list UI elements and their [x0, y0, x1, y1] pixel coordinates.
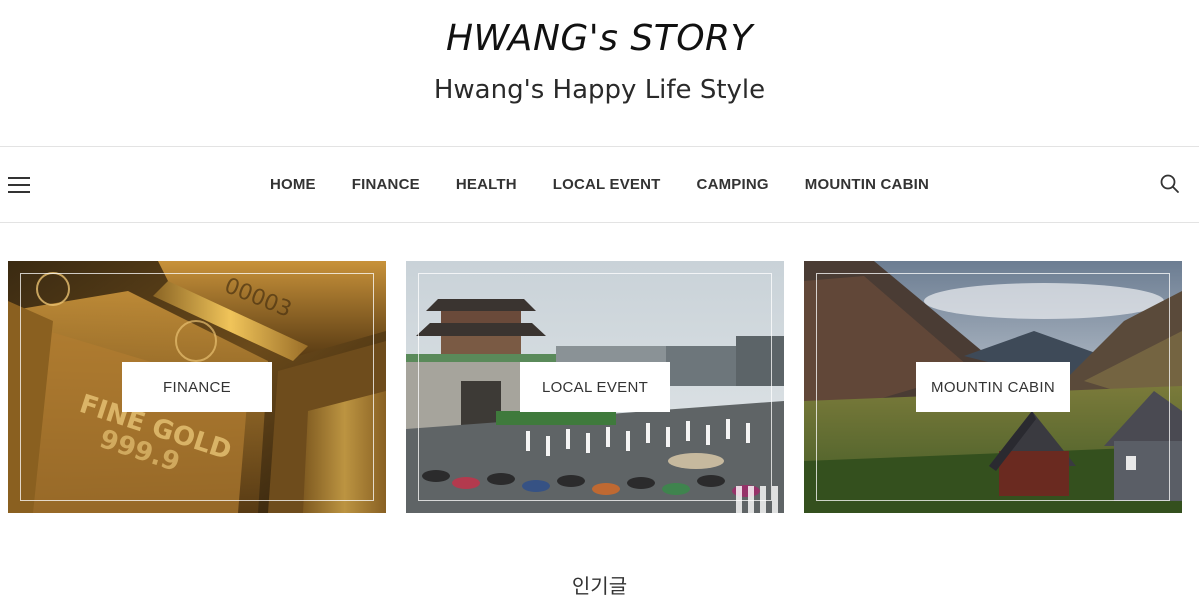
search-icon[interactable] [1159, 173, 1181, 195]
card-label-mountin-cabin[interactable]: MOUNTIN CABIN [916, 362, 1070, 412]
nav-item-home[interactable]: HOME [270, 176, 316, 193]
nav-item-finance[interactable]: FINANCE [352, 176, 420, 193]
nav-item-camping[interactable]: CAMPING [697, 176, 769, 193]
category-card-mountin-cabin[interactable]: MOUNTIN CABIN [804, 261, 1182, 513]
site-title[interactable]: HWANG's STORY [0, 16, 1199, 62]
category-card-local-event[interactable]: LOCAL EVENT [406, 261, 784, 513]
category-card-finance[interactable]: FINE GOLD 999.9 00003 FINANCE [8, 261, 386, 513]
card-label-local-event[interactable]: LOCAL EVENT [520, 362, 670, 412]
nav-item-health[interactable]: HEALTH [456, 176, 517, 193]
nav-item-local-event[interactable]: LOCAL EVENT [553, 176, 661, 193]
section-heading: 인기글 [571, 574, 628, 598]
site-tagline: Hwang's Happy Life Style [433, 75, 766, 105]
site-header: HWANG's STORY Hwang's Happy Life Style [0, 0, 1199, 146]
main-navigation: HOME FINANCE HEALTH LOCAL EVENT CAMPING … [0, 146, 1199, 223]
card-label-finance[interactable]: FINANCE [122, 362, 272, 412]
nav-menu: HOME FINANCE HEALTH LOCAL EVENT CAMPING … [0, 147, 1199, 222]
nav-item-mountin-cabin[interactable]: MOUNTIN CABIN [805, 176, 929, 193]
